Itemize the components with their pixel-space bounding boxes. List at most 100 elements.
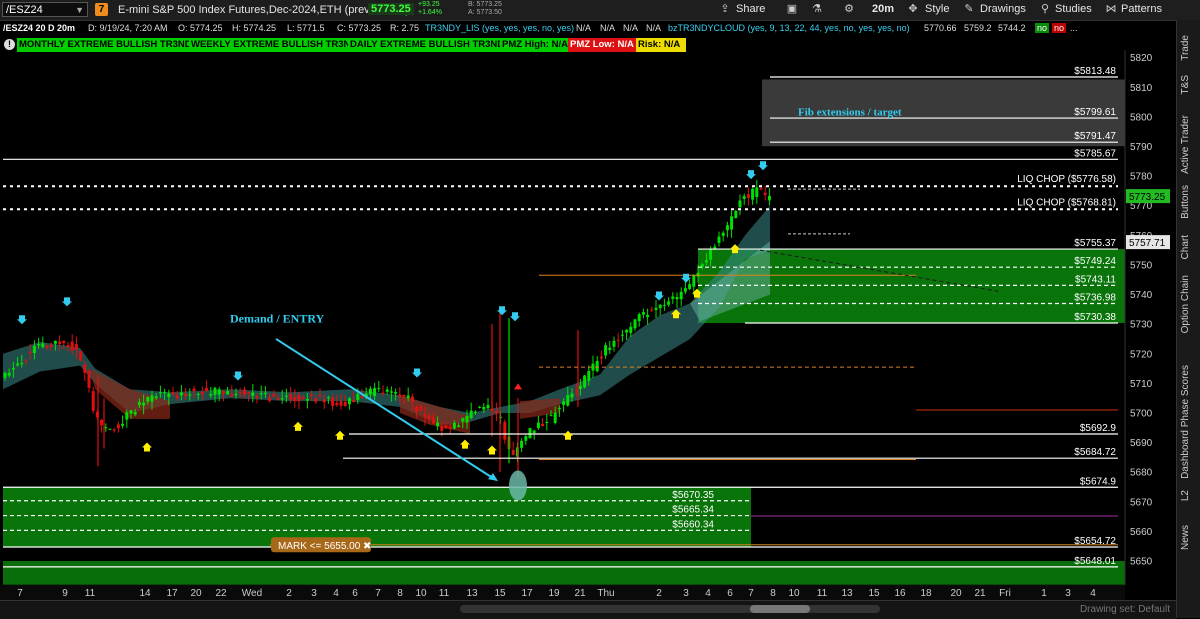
side-tab-news[interactable]: News	[1180, 525, 1191, 550]
cloud-flag-2: no	[1052, 23, 1067, 33]
level-price-label: $5785.67	[1074, 148, 1116, 159]
candle-body	[137, 402, 141, 405]
studies-button[interactable]: Studies	[1055, 3, 1092, 15]
mark-label: MARK <= 5655.00 ✖	[278, 541, 371, 552]
more-indicator[interactable]: ...	[1070, 23, 1078, 33]
candle-body	[767, 195, 771, 201]
candle-body	[129, 410, 133, 414]
candle-body	[331, 397, 335, 406]
candle-body	[385, 389, 389, 392]
style-button[interactable]: Style	[925, 3, 949, 15]
studies-icon[interactable]: ⚲	[1038, 2, 1052, 16]
side-tab-trade[interactable]: Trade	[1180, 35, 1191, 61]
x-axis-tick: 16	[894, 588, 906, 599]
candle-body	[419, 405, 423, 411]
bar-low: L: 5771.5	[287, 23, 325, 33]
symbol-selector[interactable]: /ESZ24 ▼	[2, 2, 88, 17]
patterns-button[interactable]: Patterns	[1121, 3, 1162, 15]
candle-body	[457, 425, 461, 428]
side-tab-dashboard[interactable]: Dashboard	[1180, 430, 1191, 479]
study-trndy-lis[interactable]: TR3NDY_LIS (yes, yes, yes, no, yes)	[425, 23, 574, 33]
candle-body	[217, 389, 221, 395]
x-axis-tick: 3	[683, 588, 689, 599]
level-price-label: $5670.35	[672, 490, 714, 501]
drawing-set-label[interactable]: Drawing set: Default	[1080, 604, 1170, 615]
candle-body	[742, 196, 746, 199]
candle-body	[671, 296, 675, 299]
side-tab-buttons[interactable]: Buttons	[1180, 185, 1191, 219]
x-axis-tick: 8	[397, 588, 403, 599]
candle-body	[343, 401, 347, 406]
candle-body	[268, 397, 272, 401]
candle-body	[633, 319, 637, 329]
side-tab-t-s[interactable]: T&S	[1180, 75, 1191, 94]
demand-entry-label: Demand / ENTRY	[230, 312, 325, 326]
candle-body	[520, 440, 524, 448]
time-scrollbar[interactable]	[460, 605, 880, 613]
candle-body	[692, 274, 696, 287]
patterns-icon[interactable]: ⋈	[1104, 2, 1118, 16]
price-chart[interactable]: $5813.48 $5799.61 $5791.47 $5785.67 $5755.37…	[0, 0, 1176, 600]
x-axis-tick: 10	[788, 588, 800, 599]
drawings-button[interactable]: Drawings	[980, 3, 1026, 15]
grid-icon[interactable]: ▣	[785, 2, 799, 16]
x-axis-tick: 11	[439, 588, 450, 599]
side-tab-chart[interactable]: Chart	[1180, 235, 1191, 259]
instrument-title: E-mini S&P 500 Index Futures,Dec-2024,ET…	[118, 4, 410, 16]
flask-icon[interactable]: ⚗	[810, 2, 824, 16]
scrollbar-thumb[interactable]	[750, 605, 810, 613]
study-trndy-cloud[interactable]: bzTR3NDYCLOUD (yes, 9, 13, 22, 44, yes, …	[668, 23, 910, 33]
side-tab-phase-scores[interactable]: Phase Scores	[1180, 365, 1191, 427]
candle-body	[297, 394, 301, 402]
candle-body	[402, 394, 406, 397]
candle-body	[759, 188, 763, 190]
candle-body	[368, 388, 372, 395]
pencil-icon[interactable]: ✎	[962, 2, 976, 16]
candle-body	[570, 393, 574, 398]
timeframe-selector[interactable]: 20m	[872, 3, 894, 15]
candle-body	[251, 392, 255, 396]
link-group-badge[interactable]: 7	[95, 3, 108, 16]
bar-date: D: 9/19/24, 7:20 AM	[88, 23, 168, 33]
candle-body	[213, 387, 217, 395]
candle-body	[427, 415, 431, 420]
candle-body	[524, 436, 528, 441]
candle-body	[444, 425, 448, 429]
candle-body	[675, 297, 679, 300]
share-icon[interactable]: ⇪	[718, 2, 732, 16]
candle-body	[494, 411, 498, 414]
side-tab-l2[interactable]: L2	[1180, 490, 1191, 501]
candle-body	[452, 422, 456, 429]
candle-body	[263, 392, 267, 394]
x-axis-tick: 15	[494, 588, 506, 599]
candle-body	[184, 393, 188, 397]
candle-body	[436, 422, 440, 427]
candle-body	[377, 388, 381, 390]
candle-body	[658, 304, 662, 309]
gear-icon[interactable]: ⚙	[842, 2, 856, 16]
side-tab-option-chain[interactable]: Option Chain	[1180, 275, 1191, 333]
x-axis-tick: 3	[1065, 588, 1071, 599]
y-axis-tick: 5740	[1130, 290, 1153, 301]
x-axis-tick: 9	[62, 588, 68, 599]
candle-body	[469, 410, 473, 419]
candle-body	[16, 363, 20, 366]
candle-body	[717, 236, 721, 243]
candle-body	[7, 372, 11, 376]
share-button[interactable]: Share	[736, 3, 765, 15]
net-change: +93.25 +1.64%	[418, 1, 442, 17]
x-axis-tick: 7	[375, 588, 381, 599]
y-axis-tick: 5710	[1130, 379, 1153, 390]
warning-icon[interactable]: !	[4, 39, 15, 50]
candle-body	[221, 391, 225, 394]
candle-body	[112, 429, 116, 431]
x-axis-tick: 10	[415, 588, 427, 599]
cloud-value-1: 5770.66	[924, 23, 957, 33]
side-tab-active-trader[interactable]: Active Trader	[1180, 115, 1191, 174]
crosshair-icon[interactable]: ✥	[906, 2, 920, 16]
level-price-label: $5749.24	[1074, 256, 1116, 267]
bottom-zone-strip	[3, 561, 1125, 585]
candle-body	[226, 391, 230, 395]
level-price-label: $5648.01	[1074, 556, 1116, 567]
daily-trend-label: DAILY EXTREME BULLISH TR3ND	[348, 38, 505, 52]
